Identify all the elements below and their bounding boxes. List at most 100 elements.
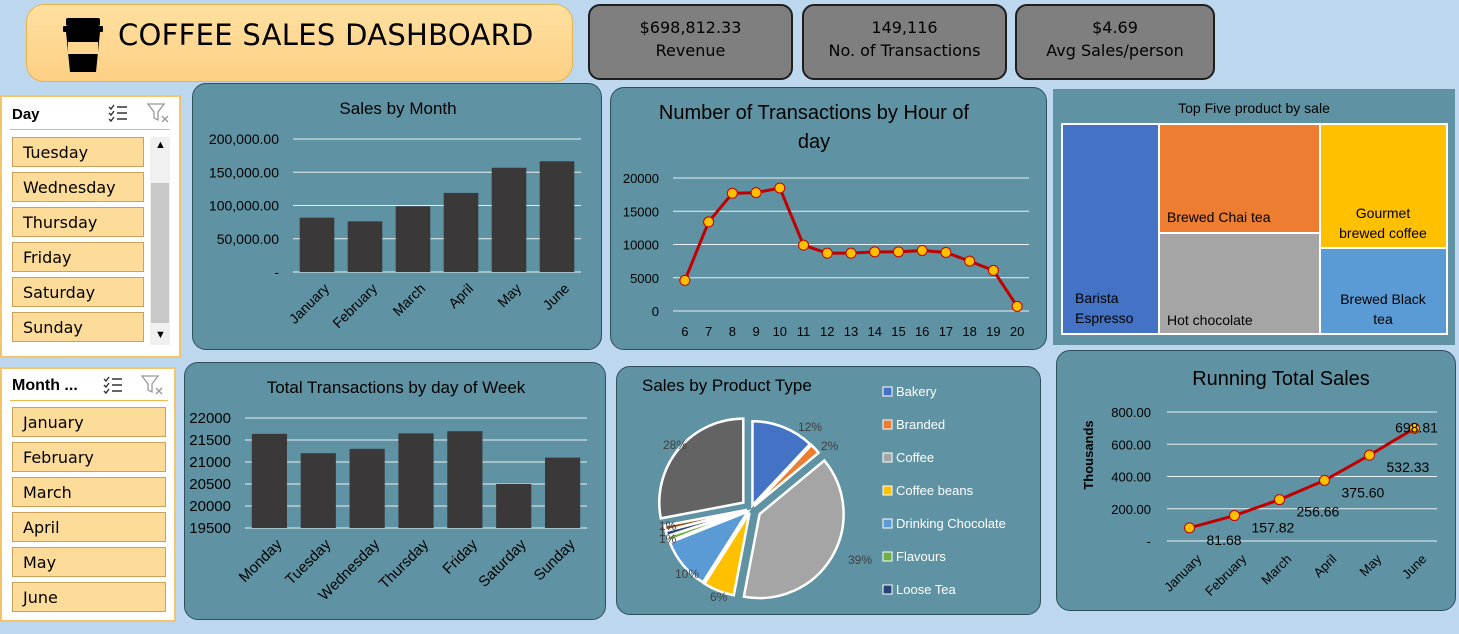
x-tick-label: 15: [891, 324, 905, 339]
x-tick-label: March: [389, 280, 428, 319]
bar: [300, 453, 336, 528]
multi-select-icon[interactable]: [107, 103, 129, 128]
running-total-panel: Running Total Sales Thousands - 200.00 400.0…: [1056, 350, 1456, 611]
bar: [491, 167, 527, 272]
y-tick-label: 100,000.00: [209, 198, 279, 214]
coffee-cup-icon: [62, 16, 104, 74]
sales-by-month-panel: Sales by Month - 50,000.00 100,000.00 150,00…: [192, 83, 602, 350]
x-tick-label: Saturday: [475, 536, 530, 591]
series-line: [683, 186, 1019, 308]
bar: [299, 217, 335, 272]
slicer-header-divider: [10, 129, 170, 130]
chart-title: Sales by Month: [339, 99, 456, 118]
x-tick-label: March: [1258, 551, 1294, 587]
treemap-label: Brewed Chai tea: [1167, 209, 1271, 225]
x-tick-label: 18: [962, 324, 976, 339]
x-tick-label: Thursday: [376, 536, 433, 593]
data-label: 698.81: [1395, 419, 1438, 435]
bar: [496, 484, 532, 528]
pie-slice: [658, 417, 745, 520]
bar: [347, 221, 383, 272]
x-tick-label: 7: [705, 324, 712, 339]
y-tick-label: -: [274, 264, 279, 280]
data-label: 157.82: [1252, 520, 1295, 536]
x-tick-label: 19: [986, 324, 1000, 339]
x-tick-label: April: [1310, 551, 1339, 580]
x-tick-label: 20: [1010, 324, 1024, 339]
slicer-title: Day: [12, 106, 40, 123]
clear-filter-icon[interactable]: [146, 102, 170, 129]
x-tick-label: 6: [681, 324, 688, 339]
slicer-item[interactable]: February: [12, 442, 166, 472]
slicer-item[interactable]: Friday: [12, 242, 144, 272]
multi-select-icon[interactable]: [102, 375, 124, 400]
y-tick-label: 10000: [623, 238, 659, 253]
chart-title-line-2: day: [798, 131, 830, 153]
data-label: 256.66: [1297, 504, 1340, 520]
x-tick-label: Monday: [236, 536, 286, 586]
y-tick-label: 150,000.00: [209, 164, 279, 180]
data-point: [1229, 510, 1240, 522]
y-tick-label: 600.00: [1111, 437, 1151, 452]
data-point: [892, 246, 904, 258]
data-point: [845, 247, 857, 259]
bar: [443, 192, 479, 272]
bar: [398, 433, 434, 528]
top-products-panel: Top Five product by sale Barista Espresso B…: [1053, 89, 1455, 345]
x-tick-label: April: [445, 280, 476, 311]
slicer-item[interactable]: January: [12, 407, 166, 437]
slicer-item[interactable]: Tuesday: [12, 137, 144, 167]
kpi-revenue: $698,812.33 Revenue: [588, 4, 793, 80]
sales-by-product-type-panel: Sales by Product Type12%2%39%6%10%1%1%1%…: [616, 366, 1041, 615]
clear-filter-icon[interactable]: [140, 374, 164, 401]
data-label: 39%: [848, 553, 872, 567]
data-point: [1274, 494, 1285, 506]
legend-label: Drinking Chocolate: [896, 516, 1006, 531]
legend-label: Branded: [896, 417, 945, 432]
chart-title: Top Five product by sale: [1178, 100, 1330, 116]
x-tick-label: Sunday: [531, 536, 579, 584]
top-products-treemap: Top Five product by saleBarista EspressoB…: [1061, 100, 1448, 335]
data-label: 28%: [663, 438, 687, 452]
scroll-down-icon[interactable]: ▼: [155, 329, 166, 341]
slicer-scrollbar[interactable]: ▲ ▼: [150, 137, 170, 345]
data-point: [774, 182, 786, 194]
data-label: 10%: [675, 567, 699, 581]
slicer-item[interactable]: Thursday: [12, 207, 144, 237]
scroll-up-icon[interactable]: ▲: [155, 139, 166, 151]
x-tick-label: 12: [820, 324, 834, 339]
bar: [395, 206, 431, 272]
x-tick-label: 16: [915, 324, 929, 339]
data-point: [1364, 449, 1375, 461]
legend-label: Bakery: [896, 384, 937, 399]
bar: [349, 448, 385, 528]
legend-swatch: [882, 485, 893, 496]
x-tick-label: 14: [867, 324, 881, 339]
transactions-by-weekday-panel: Total Transactions by day of Week 19500 20…: [184, 362, 606, 620]
slicer-item[interactable]: Sunday: [12, 312, 144, 342]
kpi-avg-sales: $4.69 Avg Sales/person: [1015, 4, 1215, 80]
bar: [539, 161, 575, 272]
slicer-item[interactable]: Wednesday: [12, 172, 144, 202]
data-point: [679, 274, 691, 286]
slicer-item[interactable]: June: [12, 582, 166, 612]
month-slicer: Month ... January February March April M…: [0, 367, 176, 622]
chart-title: Running Total Sales: [1192, 368, 1370, 390]
sales-by-month-chart: Sales by Month - 50,000.00 100,000.00 150,00…: [209, 99, 581, 331]
slicer-item[interactable]: May: [12, 547, 166, 577]
x-tick-label: May: [1356, 551, 1384, 579]
kpi-label: Avg Sales/person: [1046, 41, 1184, 60]
legend-label: Coffee beans: [896, 483, 974, 498]
dashboard-title: COFFEE SALES DASHBOARD: [118, 18, 534, 52]
scroll-thumb[interactable]: [151, 183, 169, 323]
data-point: [1319, 474, 1330, 486]
slicer-item[interactable]: Saturday: [12, 277, 144, 307]
x-tick-label: February: [1202, 551, 1250, 599]
x-tick-label: June: [1399, 551, 1430, 582]
x-tick-label: February: [329, 280, 380, 331]
x-tick-label: 8: [729, 324, 736, 339]
slicer-item[interactable]: March: [12, 477, 166, 507]
y-tick-label: 20000: [623, 171, 659, 186]
data-point: [821, 247, 833, 259]
slicer-item[interactable]: April: [12, 512, 166, 542]
